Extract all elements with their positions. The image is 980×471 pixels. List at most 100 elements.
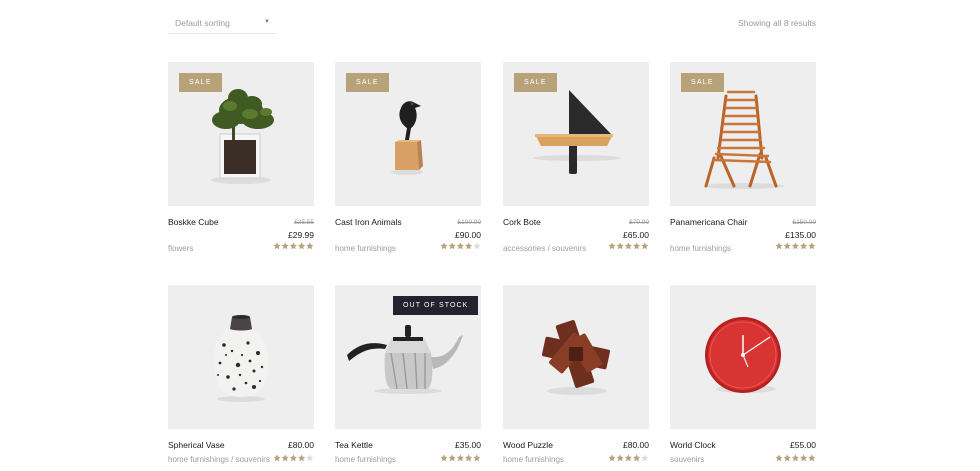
product-name[interactable]: Tea Kettle bbox=[335, 440, 373, 450]
star-filled-icon bbox=[775, 454, 783, 462]
product-old-price: £100.00 bbox=[457, 219, 482, 226]
product-image[interactable]: SALE bbox=[168, 62, 314, 206]
wood-puzzle-icon bbox=[542, 320, 610, 395]
star-filled-icon bbox=[473, 454, 481, 462]
product-image[interactable]: OUT OF STOCK bbox=[335, 285, 481, 429]
rating-stars bbox=[273, 242, 314, 250]
product-image[interactable] bbox=[670, 285, 816, 429]
rating-stars bbox=[775, 454, 816, 462]
star-empty-icon bbox=[473, 242, 481, 250]
star-filled-icon bbox=[281, 454, 289, 462]
product-categories[interactable]: home furnishings / souvenirs bbox=[168, 455, 270, 464]
star-filled-icon bbox=[465, 242, 473, 250]
star-filled-icon bbox=[791, 242, 799, 250]
product-price: £135.00 bbox=[785, 230, 816, 240]
star-filled-icon bbox=[624, 454, 632, 462]
star-filled-icon bbox=[808, 242, 816, 250]
product-name[interactable]: Cork Bote bbox=[503, 217, 541, 227]
star-rating bbox=[608, 242, 649, 250]
star-rating bbox=[273, 242, 314, 250]
product-old-price: £35.55 bbox=[294, 219, 314, 226]
product-name[interactable]: World Clock bbox=[670, 440, 716, 450]
product-old-price: £70.00 bbox=[629, 219, 649, 226]
product-name[interactable]: Boskke Cube bbox=[168, 217, 219, 227]
star-filled-icon bbox=[273, 242, 281, 250]
star-filled-icon bbox=[783, 242, 791, 250]
star-filled-icon bbox=[624, 242, 632, 250]
star-filled-icon bbox=[775, 242, 783, 250]
result-count: Showing all 8 results bbox=[738, 18, 816, 28]
star-filled-icon bbox=[306, 242, 314, 250]
star-rating bbox=[440, 454, 481, 462]
rating-stars bbox=[608, 242, 649, 250]
product-categories[interactable]: souvenirs bbox=[670, 455, 704, 464]
product-price: £55.00 bbox=[790, 440, 816, 450]
product-categories[interactable]: home furnishings bbox=[503, 455, 564, 464]
star-filled-icon bbox=[448, 454, 456, 462]
star-rating bbox=[608, 454, 649, 462]
chevron-down-icon[interactable]: ▼ bbox=[264, 19, 270, 25]
star-filled-icon bbox=[440, 242, 448, 250]
product-price: £35.00 bbox=[455, 440, 481, 450]
product-price: £65.00 bbox=[623, 230, 649, 240]
star-filled-icon bbox=[456, 242, 464, 250]
rating-stars bbox=[608, 454, 649, 462]
rating-stars bbox=[775, 242, 816, 250]
star-rating bbox=[440, 242, 481, 250]
star-filled-icon bbox=[791, 454, 799, 462]
star-filled-icon bbox=[281, 242, 289, 250]
star-filled-icon bbox=[273, 454, 281, 462]
product-image[interactable]: SALE bbox=[503, 62, 649, 206]
star-empty-icon bbox=[641, 454, 649, 462]
star-filled-icon bbox=[465, 454, 473, 462]
star-filled-icon bbox=[456, 454, 464, 462]
product-name[interactable]: Spherical Vase bbox=[168, 440, 225, 450]
star-rating bbox=[273, 454, 314, 462]
product-old-price: £150.00 bbox=[792, 219, 817, 226]
star-filled-icon bbox=[608, 454, 616, 462]
sale-badge: SALE bbox=[179, 73, 222, 92]
star-filled-icon bbox=[289, 454, 297, 462]
star-filled-icon bbox=[633, 242, 641, 250]
product-categories[interactable]: flowers bbox=[168, 244, 193, 253]
product-name[interactable]: Cast Iron Animals bbox=[335, 217, 402, 227]
clock-icon bbox=[705, 317, 781, 393]
product-categories[interactable]: home furnishings bbox=[670, 244, 731, 253]
product-price: £80.00 bbox=[623, 440, 649, 450]
speckled-vase-icon bbox=[213, 315, 269, 402]
sale-badge: SALE bbox=[514, 73, 557, 92]
sale-badge: SALE bbox=[346, 73, 389, 92]
star-filled-icon bbox=[448, 242, 456, 250]
star-filled-icon bbox=[783, 454, 791, 462]
rating-stars bbox=[440, 242, 481, 250]
star-empty-icon bbox=[306, 454, 314, 462]
out-of-stock-badge: OUT OF STOCK bbox=[393, 296, 479, 315]
star-filled-icon bbox=[808, 454, 816, 462]
product-price: £80.00 bbox=[288, 440, 314, 450]
product-categories[interactable]: home furnishings bbox=[335, 244, 396, 253]
product-image[interactable] bbox=[168, 285, 314, 429]
sort-select[interactable]: Default sorting ▼ bbox=[168, 12, 276, 34]
product-image[interactable] bbox=[503, 285, 649, 429]
product-categories[interactable]: accessories / souvenirs bbox=[503, 244, 586, 253]
rating-stars bbox=[440, 454, 481, 462]
product-image[interactable]: SALE bbox=[335, 62, 481, 206]
product-name[interactable]: Panamericana Chair bbox=[670, 217, 747, 227]
star-filled-icon bbox=[616, 454, 624, 462]
product-categories[interactable]: home furnishings bbox=[335, 455, 396, 464]
star-filled-icon bbox=[298, 242, 306, 250]
product-price: £90.00 bbox=[455, 230, 481, 240]
shop-toolbar: Default sorting ▼ Showing all 8 results bbox=[168, 12, 816, 36]
product-image[interactable]: SALE bbox=[670, 62, 816, 206]
star-filled-icon bbox=[633, 454, 641, 462]
product-price: £29.99 bbox=[288, 230, 314, 240]
star-filled-icon bbox=[800, 454, 808, 462]
star-filled-icon bbox=[616, 242, 624, 250]
product-name[interactable]: Wood Puzzle bbox=[503, 440, 553, 450]
rating-stars bbox=[273, 454, 314, 462]
star-filled-icon bbox=[289, 242, 297, 250]
sort-select-value: Default sorting bbox=[175, 18, 230, 28]
star-rating bbox=[775, 454, 816, 462]
sale-badge: SALE bbox=[681, 73, 724, 92]
star-filled-icon bbox=[298, 454, 306, 462]
